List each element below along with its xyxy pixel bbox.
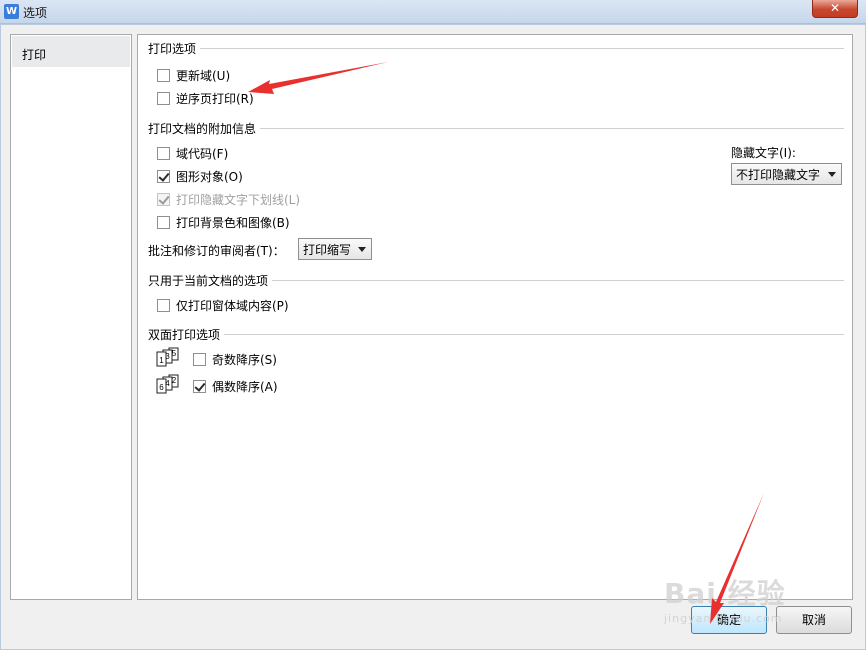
divider: [272, 280, 844, 281]
hidden-text-underline-option: 打印隐藏文字下划线(L): [157, 191, 300, 207]
group-current-doc: 只用于当前文档的选项: [148, 272, 844, 288]
odd-digit-3: 3: [165, 352, 170, 361]
baidu-watermark-url: jingyan.baidu.com: [664, 612, 783, 625]
reverse-order-label: 逆序页打印(R): [176, 91, 254, 106]
sidebar: 打印: [10, 34, 132, 600]
odd-reverse-label: 奇数降序(S): [212, 352, 277, 367]
odd-digit-5: 5: [172, 349, 177, 358]
form-fields-only-checkbox[interactable]: [157, 298, 170, 312]
update-fields-option[interactable]: 更新域(U): [157, 67, 230, 83]
form-fields-only-option[interactable]: 仅打印窗体域内容(P): [157, 297, 289, 313]
even-reverse-option[interactable]: 偶数降序(A): [193, 378, 278, 394]
even-digit-2: 2: [172, 376, 177, 385]
group-label: 双面打印选项: [148, 327, 221, 342]
drawing-objects-checkbox[interactable]: [157, 169, 170, 183]
group-label: 打印文档的附加信息: [148, 121, 257, 136]
divider: [260, 128, 844, 129]
reviewer-label: 批注和修订的审阅者(T)：: [148, 244, 285, 258]
field-codes-checkbox[interactable]: [157, 146, 170, 160]
update-fields-checkbox[interactable]: [157, 68, 170, 82]
group-print-options: 打印选项: [148, 40, 844, 56]
background-label: 打印背景色和图像(B): [176, 215, 290, 230]
hidden-text-underline-label: 打印隐藏文字下划线(L): [176, 192, 301, 207]
reverse-order-option[interactable]: 逆序页打印(R): [157, 90, 254, 106]
hidden-text-label: 隐藏文字(I):: [731, 146, 796, 160]
wps-app-icon: W: [4, 4, 19, 19]
reviewer-select[interactable]: 打印缩写: [298, 238, 372, 260]
chevron-down-icon: [358, 247, 366, 252]
group-additional-info: 打印文档的附加信息: [148, 120, 844, 136]
odd-reverse-option[interactable]: 奇数降序(S): [193, 351, 277, 367]
divider: [200, 48, 844, 49]
reviewer-select-value: 打印缩写: [303, 242, 352, 257]
title-bar: W 选项 ✕: [0, 0, 866, 24]
window-title: 选项: [23, 6, 48, 20]
form-fields-only-label: 仅打印窗体域内容(P): [176, 298, 289, 313]
update-fields-label: 更新域(U): [176, 68, 231, 83]
hidden-text-underline-checkbox: [157, 192, 170, 206]
chevron-down-icon: [828, 172, 836, 177]
even-reverse-label: 偶数降序(A): [212, 379, 278, 394]
print-settings-panel: 打印选项 更新域(U) 逆序页打印(R) 打印文档的附加信息 域代码(F) 图形…: [137, 34, 853, 600]
drawing-objects-option[interactable]: 图形对象(O): [157, 168, 243, 184]
background-checkbox[interactable]: [157, 215, 170, 229]
field-codes-label: 域代码(F): [176, 146, 229, 161]
even-pages-icon: 6 4 2: [156, 374, 179, 394]
even-digit-6: 6: [159, 383, 164, 392]
field-codes-option[interactable]: 域代码(F): [157, 145, 228, 161]
background-option[interactable]: 打印背景色和图像(B): [157, 214, 290, 230]
divider: [224, 334, 844, 335]
hidden-text-select[interactable]: 不打印隐藏文字: [731, 163, 842, 185]
sidebar-item-print[interactable]: 打印: [12, 36, 130, 67]
group-label: 打印选项: [148, 41, 197, 56]
dialog-body: 打印 打印选项 更新域(U) 逆序页打印(R) 打印文档的附加信息 域代码(F)…: [0, 24, 866, 650]
close-button[interactable]: ✕: [812, 0, 858, 18]
group-duplex: 双面打印选项: [148, 326, 844, 342]
even-reverse-checkbox[interactable]: [193, 379, 206, 393]
even-digit-4: 4: [165, 379, 170, 388]
hidden-text-select-value: 不打印隐藏文字: [736, 167, 821, 182]
odd-digit-1: 1: [159, 356, 164, 365]
reverse-order-checkbox[interactable]: [157, 91, 170, 105]
odd-pages-icon: 1 3 5: [156, 347, 179, 367]
drawing-objects-label: 图形对象(O): [176, 169, 243, 184]
group-label: 只用于当前文档的选项: [148, 273, 269, 288]
baidu-watermark: Bai 经验: [664, 577, 786, 610]
odd-reverse-checkbox[interactable]: [193, 352, 206, 366]
cancel-button[interactable]: 取消: [776, 606, 852, 634]
